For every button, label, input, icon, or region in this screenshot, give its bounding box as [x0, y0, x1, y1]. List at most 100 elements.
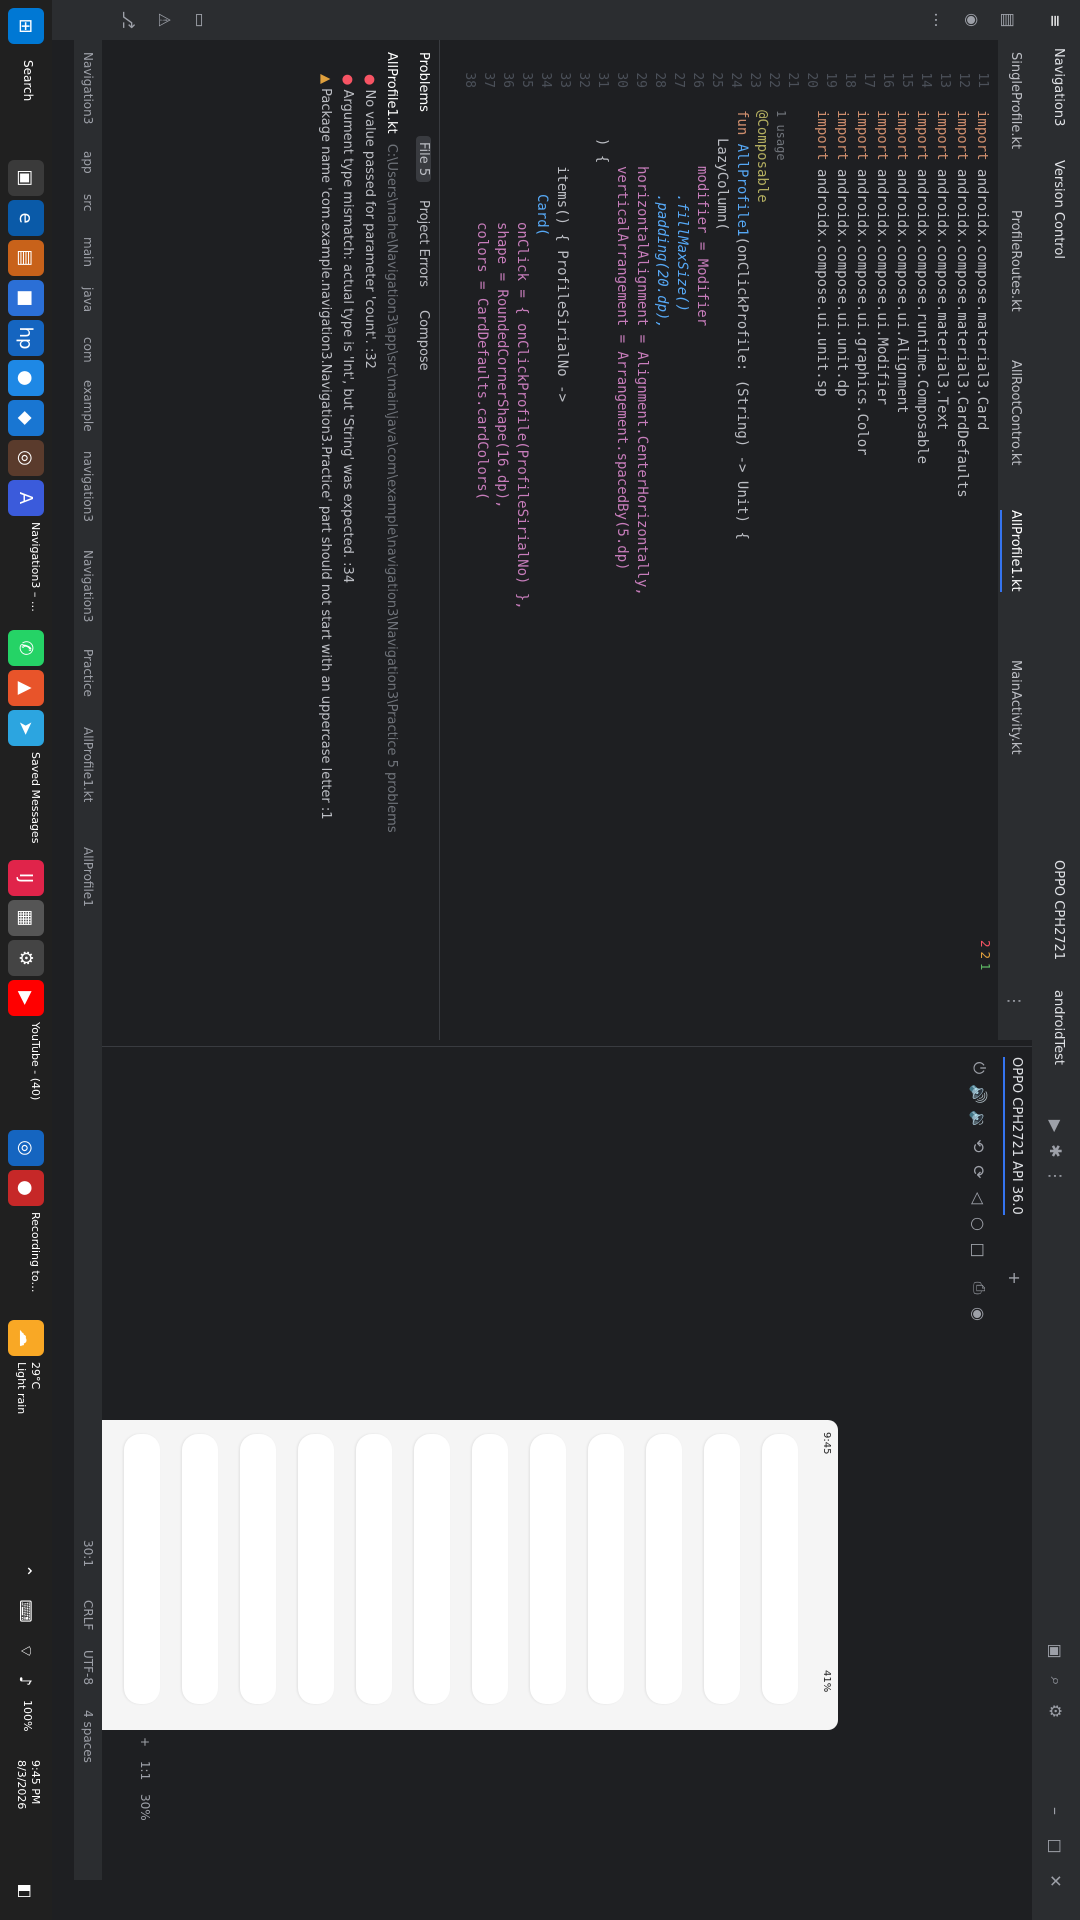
clock-date[interactable]: 8/3/2026	[15, 1760, 28, 1809]
code-editor[interactable]: 2 2 1 11 12 13 14 15 16 17 18 19 20 21 22 23 24 25 26 27…	[458, 40, 998, 1040]
files-icon[interactable]: ▤	[8, 240, 44, 276]
tab-allrootcontro[interactable]: AllRootContro.kt	[1008, 360, 1023, 465]
tab-compose[interactable]: Compose	[416, 310, 431, 371]
edge-icon[interactable]: e	[8, 200, 44, 236]
add-device-icon[interactable]: +	[1004, 1267, 1026, 1289]
overview-icon[interactable]: □	[968, 1239, 990, 1261]
device-manager-icon[interactable]: ▣	[1045, 1640, 1067, 1662]
hamburger-menu-icon[interactable]: ≡	[1045, 10, 1067, 32]
tabs-menu-icon[interactable]: ⋮	[1004, 990, 1026, 1012]
rotate-right-icon[interactable]: ⟳	[968, 1161, 990, 1183]
breadcrumb-item[interactable]: Practice	[81, 649, 95, 697]
caret-position[interactable]: 30:1	[81, 1540, 95, 1567]
minimize-icon[interactable]: –	[1045, 1800, 1067, 1822]
wifi-icon[interactable]: ⌔	[15, 1640, 37, 1662]
problems-file-row[interactable]: AllProfile1.kt C:\Users\mahe\Navigation3…	[384, 52, 399, 833]
chevron-up-icon[interactable]: ⌃	[15, 1560, 37, 1582]
recorder-icon[interactable]: ●	[8, 1170, 44, 1206]
store-icon[interactable]: ■	[8, 280, 44, 316]
breadcrumb-item[interactable]: example	[81, 380, 95, 432]
volume-down-icon[interactable]: 🔉	[968, 1109, 990, 1131]
more-icon[interactable]: ⋮	[1045, 1165, 1067, 1187]
tab-mainactivity[interactable]: MainActivity.kt	[1008, 660, 1023, 755]
profile-card[interactable]	[356, 1434, 392, 1704]
profile-card[interactable]	[124, 1434, 160, 1704]
terminal-tool-icon[interactable]: ▭	[190, 9, 212, 31]
git-tool-icon[interactable]: ⎇	[118, 9, 140, 31]
project-tool-icon[interactable]: ▤	[998, 9, 1020, 31]
keyboard-icon[interactable]: ⌨	[15, 1599, 37, 1622]
inspection-widget[interactable]: 2 2 1	[978, 940, 992, 971]
problems-tool-icon[interactable]: ⚠	[154, 9, 176, 31]
run-config-selector[interactable]: androidTest	[1051, 990, 1066, 1065]
android-studio-icon[interactable]: A	[8, 480, 44, 516]
zoom-in-button[interactable]: +	[138, 1737, 152, 1747]
indent-setting[interactable]: 4 spaces	[81, 1710, 95, 1763]
home-icon[interactable]: ○	[968, 1213, 990, 1235]
taskbar-app-label[interactable]: Saved Messages	[29, 752, 42, 843]
breadcrumb-item[interactable]: Navigation3	[81, 550, 95, 622]
tab-allprofile1[interactable]: AllProfile1.kt	[1000, 510, 1023, 592]
intellij-icon[interactable]: IJ	[8, 860, 44, 896]
problem-item[interactable]: ● Argument type mismatch: actual type is…	[340, 74, 355, 583]
commit-tool-icon[interactable]: ◉	[962, 9, 984, 31]
whatsapp-icon[interactable]: ✆	[8, 630, 44, 666]
breadcrumb-item[interactable]: navigation3	[81, 451, 95, 522]
rotate-left-icon[interactable]: ⟲	[968, 1135, 990, 1157]
telegram-icon[interactable]: ➤	[8, 710, 44, 746]
taskbar-app-label[interactable]: Recording to…	[29, 1212, 42, 1293]
notification-icon[interactable]: ◧	[15, 1880, 37, 1902]
app-icon[interactable]: ◎	[8, 440, 44, 476]
volume-up-icon[interactable]: 🔊	[968, 1083, 990, 1105]
run-icon[interactable]: ▶	[1045, 1115, 1067, 1137]
profile-card[interactable]	[298, 1434, 334, 1704]
search-icon[interactable]: ⌕	[1045, 1670, 1067, 1692]
profile-card[interactable]	[704, 1434, 740, 1704]
breadcrumb-item[interactable]: src	[81, 194, 95, 212]
clock-time[interactable]: 9:45 PM	[29, 1760, 42, 1804]
breadcrumb-item[interactable]: com	[81, 337, 95, 363]
profile-card[interactable]	[762, 1434, 798, 1704]
volume-icon[interactable]: ♪	[15, 1670, 37, 1692]
tab-file[interactable]: File 5	[416, 136, 431, 183]
vcs-widget[interactable]: Version Control	[1051, 160, 1066, 259]
profile-card[interactable]	[588, 1434, 624, 1704]
breadcrumb-item[interactable]: java	[81, 287, 95, 312]
settings-app-icon[interactable]: ⚙	[8, 940, 44, 976]
app-icon[interactable]: ▦	[8, 900, 44, 936]
device-selector[interactable]: OPPO CPH2721	[1051, 860, 1066, 960]
app-icon[interactable]: ●	[8, 360, 44, 396]
maximize-icon[interactable]: □	[1045, 1835, 1067, 1857]
record-icon[interactable]: ◉	[968, 1303, 990, 1325]
breadcrumb-item[interactable]: AllProfile1	[81, 847, 95, 907]
project-switcher[interactable]: Navigation3	[1051, 48, 1066, 126]
screenshot-icon[interactable]: ⎙	[968, 1277, 990, 1299]
breadcrumb-item[interactable]: app	[81, 151, 95, 174]
profile-card[interactable]	[414, 1434, 450, 1704]
zoom-ratio[interactable]: 1:1	[138, 1761, 152, 1780]
tab-project-errors[interactable]: Project Errors	[416, 200, 431, 287]
battery-level[interactable]: 100%	[21, 1700, 34, 1731]
breadcrumb-item[interactable]: Navigation3	[81, 52, 95, 124]
debug-icon[interactable]: ✱	[1045, 1140, 1067, 1162]
tab-profileroutes[interactable]: ProfileRoutes.kt	[1008, 210, 1023, 312]
brave-icon[interactable]: ▲	[8, 670, 44, 706]
settings-icon[interactable]: ⚙	[1045, 1700, 1067, 1722]
app-icon[interactable]: ◆	[8, 400, 44, 436]
line-separator[interactable]: CRLF	[81, 1600, 95, 1630]
taskbar-app-label[interactable]: YouTube - (40)	[29, 1022, 42, 1100]
structure-tool-icon[interactable]: ⋯	[926, 9, 948, 31]
profile-card[interactable]	[182, 1434, 218, 1704]
weather-temp[interactable]: 29°C	[29, 1362, 42, 1389]
start-icon[interactable]: ⊞	[8, 8, 44, 44]
breadcrumb-item[interactable]: AllProfile1.kt	[81, 727, 95, 802]
profile-card[interactable]	[472, 1434, 508, 1704]
app-icon[interactable]: ◎	[8, 1130, 44, 1166]
taskbar-app-label[interactable]: Navigation3 – …	[29, 522, 42, 612]
device-tab[interactable]: OPPO CPH2721 API 36.0	[1003, 1057, 1024, 1215]
profile-card[interactable]	[646, 1434, 682, 1704]
breadcrumb-item[interactable]: main	[81, 237, 95, 267]
taskbar-search[interactable]: Search	[21, 60, 35, 101]
usage-hint[interactable]: 1 usage	[774, 110, 788, 161]
tab-singleprofile[interactable]: SingleProfile.kt	[1008, 52, 1023, 149]
